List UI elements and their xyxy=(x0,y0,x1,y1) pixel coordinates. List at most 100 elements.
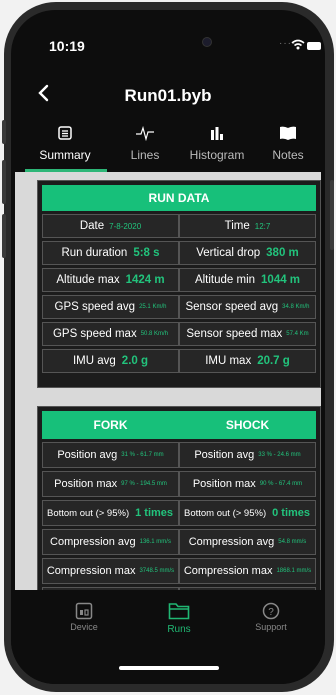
shock-cell: Position avg 33 % - 24.6 mm xyxy=(179,442,316,468)
summary-scroll-area[interactable]: RUN DATA Date 7-8-2020 Time 12:7 Run duratio… xyxy=(15,172,321,592)
nav-support-label: Support xyxy=(255,622,287,632)
shock-title: SHOCK xyxy=(225,418,270,432)
tab-notes-label: Notes xyxy=(272,148,304,162)
run-data-cell-value: 12:7 xyxy=(254,221,271,231)
run-data-cell-label: Sensor speed avg xyxy=(185,301,279,313)
run-data-cell-label: Date xyxy=(79,220,105,232)
summary-icon xyxy=(25,122,105,144)
nav-runs-label: Runs xyxy=(167,624,191,635)
home-indicator[interactable] xyxy=(119,666,219,670)
run-data-row: GPS speed max 50.8 Km/h Sensor speed max 57… xyxy=(42,322,316,346)
run-data-cell-label: Altitude max xyxy=(56,274,120,286)
run-data-cell-value: 1044 m xyxy=(261,274,301,286)
run-data-row: Run duration 5:8 s Vertical drop 380 m xyxy=(42,241,316,265)
fork-cell: Position max 97 % - 194.5 mm xyxy=(42,471,179,497)
run-data-cell-value: 1424 m xyxy=(125,274,165,286)
run-data-cell-label: Sensor speed max xyxy=(186,328,283,340)
suspension-row: Bottom out (> 95%) 1 times Bottom out (> 9… xyxy=(42,500,316,526)
run-data-cell-value: 380 m xyxy=(266,247,299,259)
suspension-row: Position max 97 % - 194.5 mm Position max 9… xyxy=(42,471,316,497)
nav-device[interactable]: Device xyxy=(39,600,129,632)
run-data-row: Date 7-8-2020 Time 12:7 xyxy=(42,214,316,238)
shock-cell-value: 1868.1 mm/s xyxy=(276,568,312,574)
folder-icon xyxy=(134,600,224,622)
fork-cell: Bottom out (> 95%) 1 times xyxy=(42,500,179,526)
run-data-cell: Sensor speed avg 34.8 Km/h xyxy=(179,295,316,319)
suspension-header: FORK SHOCK xyxy=(42,411,316,439)
run-data-row: IMU avg 2.0 g IMU max 20.7 g xyxy=(42,349,316,373)
shock-cell-value: 33 % - 24.6 mm xyxy=(258,452,301,458)
run-data-cell: GPS speed avg 25.1 Km/h xyxy=(42,295,179,319)
run-data-cell-value: 20.7 g xyxy=(257,355,290,367)
run-data-cell-value: 7-8-2020 xyxy=(109,221,142,231)
shock-cell-label: Compression avg xyxy=(188,536,275,548)
run-data-cell: Altitude max 1424 m xyxy=(42,268,179,292)
fork-cell: Compression max 3748.5 mm/s xyxy=(42,558,179,584)
volume-down-button xyxy=(2,214,6,258)
fork-cell-label: Compression avg xyxy=(50,536,136,548)
shock-cell-label: Compression max xyxy=(183,565,273,577)
tab-lines[interactable]: Lines xyxy=(105,122,185,170)
shock-cell: Compression avg 54.8 mm/s xyxy=(179,529,316,555)
nav-support[interactable]: ? Support xyxy=(226,600,316,632)
fork-cell-label: Bottom out (> 95%) xyxy=(47,507,130,519)
volume-up-button xyxy=(2,160,6,204)
tab-notes[interactable]: Notes xyxy=(253,122,323,170)
fork-cell-label: Position avg xyxy=(57,449,118,461)
run-data-cell-value: 34.8 Km/h xyxy=(282,304,310,310)
tab-summary-label: Summary xyxy=(39,148,91,162)
run-data-cell-value: 5:8 s xyxy=(133,247,160,259)
run-data-cell: Sensor speed max 57.4 Km xyxy=(179,322,316,346)
fork-cell-label: Compression max xyxy=(46,565,136,577)
run-data-cell: Vertical drop 380 m xyxy=(179,241,316,265)
run-data-cell: Run duration 5:8 s xyxy=(42,241,179,265)
run-data-cell: Time 12:7 xyxy=(179,214,316,238)
shock-cell-value: 54.8 mm/s xyxy=(278,539,307,545)
status-bar: 10:19 ···· xyxy=(11,10,325,70)
shock-cell-value: 0 times xyxy=(272,507,311,519)
fork-cell-value: 97 % - 194.5 mm xyxy=(121,481,167,487)
svg-text:?: ? xyxy=(268,607,274,618)
run-data-cell-label: Altitude min xyxy=(194,274,256,286)
battery-icon xyxy=(307,42,321,50)
run-data-cell: GPS speed max 50.8 Km/h xyxy=(42,322,179,346)
fork-cell-value: 1 times xyxy=(135,507,174,519)
tab-histogram[interactable]: Histogram xyxy=(185,122,249,170)
run-data-cell-value: 2.0 g xyxy=(121,355,149,367)
run-data-card: RUN DATA Date 7-8-2020 Time 12:7 Run duratio… xyxy=(37,180,321,388)
status-time: 10:19 xyxy=(49,38,85,54)
fork-cell-value: 136.1 mm/s xyxy=(139,539,171,545)
histogram-icon xyxy=(185,122,249,144)
shock-cell: Compression max 1868.1 mm/s xyxy=(179,558,316,584)
nav-runs[interactable]: Runs xyxy=(134,600,224,635)
run-data-cell-label: IMU max xyxy=(205,355,252,367)
fork-cell: Compression avg 136.1 mm/s xyxy=(42,529,179,555)
fork-cell-value: 3748.5 mm/s xyxy=(139,568,175,574)
power-button xyxy=(330,180,334,250)
wifi-icon xyxy=(291,39,305,50)
run-data-cell-label: GPS speed avg xyxy=(54,301,136,313)
run-data-cell-value: 57.4 Km xyxy=(286,331,309,337)
run-data-cell-label: Time xyxy=(224,220,250,232)
fork-cell-label: Position max xyxy=(54,478,118,490)
run-data-cell-label: Run duration xyxy=(61,247,128,259)
shock-cell-value: 90 % - 67.4 mm xyxy=(259,481,303,487)
run-data-row: GPS speed avg 25.1 Km/h Sensor speed avg 34… xyxy=(42,295,316,319)
tab-lines-label: Lines xyxy=(130,148,160,162)
camera-icon xyxy=(202,37,212,47)
nav-device-label: Device xyxy=(70,622,98,632)
run-data-cell: Altitude min 1044 m xyxy=(179,268,316,292)
shock-cell-label: Bottom out (> 95%) xyxy=(184,507,267,519)
bottom-nav: Device Runs ? Support xyxy=(11,590,325,684)
lines-icon xyxy=(105,122,185,144)
run-data-cell: IMU max 20.7 g xyxy=(179,349,316,373)
run-data-cell-value: 50.8 Km/h xyxy=(140,331,169,337)
shock-cell-label: Position avg xyxy=(194,449,255,461)
run-data-cell-label: Vertical drop xyxy=(196,247,261,259)
help-icon: ? xyxy=(226,600,316,622)
shock-cell-label: Position max xyxy=(192,478,256,490)
shock-cell: Bottom out (> 95%) 0 times xyxy=(179,500,316,526)
shock-cell: Position max 90 % - 67.4 mm xyxy=(179,471,316,497)
run-data-cell: Date 7-8-2020 xyxy=(42,214,179,238)
tab-summary[interactable]: Summary xyxy=(25,122,105,170)
